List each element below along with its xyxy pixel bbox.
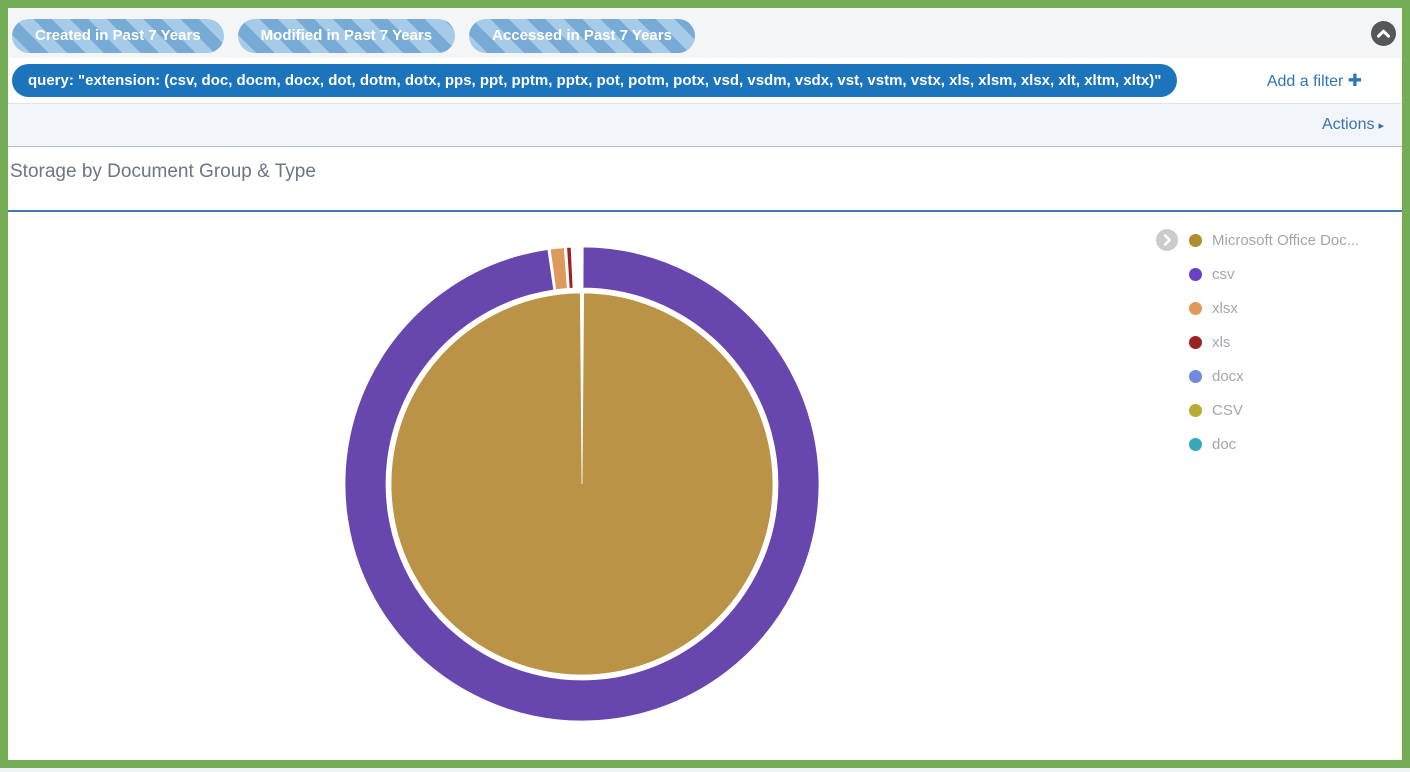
legend-swatch (1189, 370, 1202, 383)
plus-icon: ✚ (1348, 71, 1362, 90)
legend-label: csv (1212, 266, 1235, 283)
legend-swatch (1189, 438, 1202, 451)
legend-item[interactable]: doc (1155, 432, 1395, 456)
chart-slice-Microsoft Office Doc...[interactable] (391, 293, 773, 675)
legend-item[interactable]: csv (1155, 262, 1395, 286)
legend-indent (1155, 262, 1179, 286)
legend-item[interactable]: docx (1155, 364, 1395, 388)
chart-slice-xls[interactable] (567, 247, 573, 288)
actions-button[interactable]: Actions ▸ (1322, 116, 1384, 134)
legend-item[interactable]: xls (1155, 330, 1395, 354)
panel-title: Storage by Document Group & Type (10, 161, 316, 183)
legend-label: docx (1212, 368, 1244, 385)
query-bar: query: "extension: (csv, doc, docm, docx… (8, 58, 1402, 103)
chart-slice-docx[interactable] (574, 247, 576, 288)
page: Created in Past 7 Years Modified in Past … (0, 0, 1410, 768)
collapse-button[interactable] (1371, 21, 1396, 46)
filter-bar: Created in Past 7 Years Modified in Past … (8, 8, 1402, 58)
legend-swatch (1189, 336, 1202, 349)
actions-bar: Actions ▸ (8, 103, 1402, 147)
filter-pill[interactable]: Accessed in Past 7 Years (469, 19, 695, 53)
title-row: Storage by Document Group & Type (8, 147, 1402, 210)
legend-swatch (1189, 404, 1202, 417)
legend-indent (1155, 432, 1179, 456)
legend-indent (1155, 330, 1179, 354)
chevron-up-icon (1371, 21, 1396, 46)
legend-indent (1155, 296, 1179, 320)
legend-item[interactable]: CSV (1155, 398, 1395, 422)
filter-pill[interactable]: Created in Past 7 Years (12, 19, 224, 53)
add-filter-button[interactable]: Add a filter ✚ (1267, 71, 1362, 91)
chevron-right-icon[interactable] (1155, 228, 1179, 252)
chart-panel: Microsoft Office Doc... csv xlsx xls docx CSV… (8, 210, 1402, 760)
legend-label: xlsx (1212, 300, 1238, 317)
legend-indent (1155, 398, 1179, 422)
chart-legend: Microsoft Office Doc... csv xlsx xls docx CSV… (1155, 228, 1395, 466)
filter-pill-list: Created in Past 7 Years Modified in Past … (12, 19, 695, 53)
legend-label: xls (1212, 334, 1230, 351)
legend-swatch (1189, 234, 1202, 247)
chart-slice-doc[interactable] (580, 247, 581, 288)
legend-item[interactable]: xlsx (1155, 296, 1395, 320)
legend-item[interactable]: Microsoft Office Doc... (1155, 228, 1395, 252)
actions-label: Actions (1322, 116, 1374, 134)
legend-indent (1155, 364, 1179, 388)
legend-swatch (1189, 302, 1202, 315)
legend-label: doc (1212, 436, 1236, 453)
legend-swatch (1189, 268, 1202, 281)
legend-label: CSV (1212, 402, 1243, 419)
add-filter-label: Add a filter (1267, 73, 1343, 90)
filter-pill[interactable]: Modified in Past 7 Years (238, 19, 455, 53)
legend-label: Microsoft Office Doc... (1212, 232, 1359, 249)
actions-arrow-icon: ▸ (1378, 119, 1384, 132)
chart-slice-CSV[interactable] (577, 247, 578, 288)
query-filter-pill[interactable]: query: "extension: (csv, doc, docm, docx… (12, 64, 1177, 97)
